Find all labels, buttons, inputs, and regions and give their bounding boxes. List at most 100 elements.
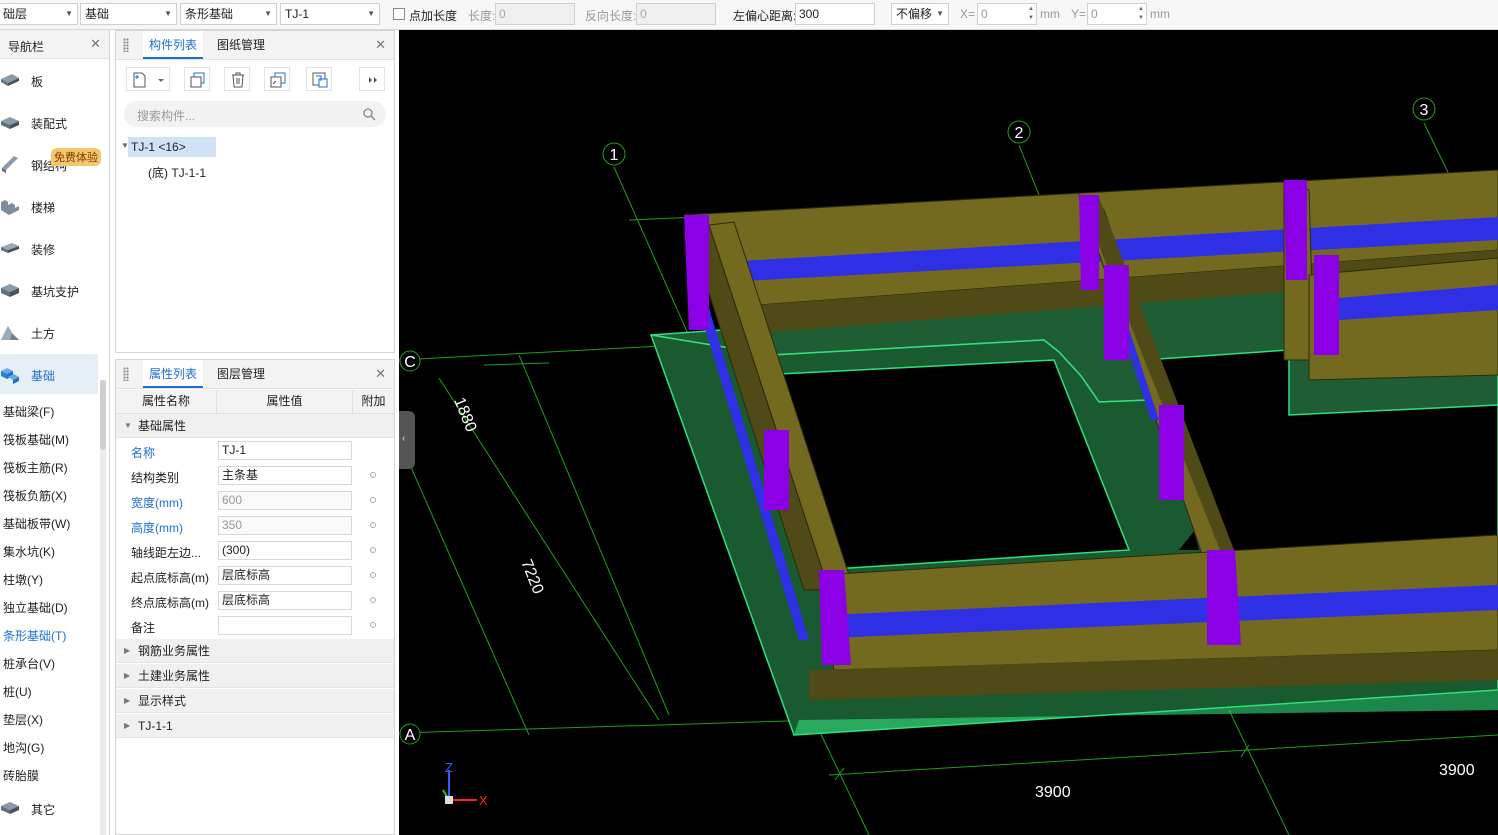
prefab-icon — [1, 117, 19, 129]
property-value-input[interactable]: TJ-1 — [218, 441, 352, 460]
drag-handle-icon[interactable] — [123, 38, 129, 52]
search-icon[interactable] — [362, 107, 376, 121]
sub-item-isolated-footing[interactable]: 独立基础(D) — [3, 599, 68, 616]
extra-checkbox[interactable] — [370, 497, 376, 503]
axis-marker-a[interactable]: A — [399, 723, 421, 745]
spinner-icon[interactable]: ▲ ▼ — [1138, 5, 1144, 23]
floor-select[interactable]: 础层 ▼ — [0, 3, 78, 25]
x-input[interactable]: 0 ▲ ▼ — [977, 3, 1037, 25]
property-value-input[interactable]: (300) — [218, 541, 352, 560]
type-select[interactable]: 条形基础 ▼ — [180, 3, 277, 25]
category-select[interactable]: 基础 ▼ — [80, 3, 177, 25]
scrollbar-thumb[interactable] — [100, 380, 106, 450]
axis-marker-1[interactable]: 1 — [602, 142, 626, 166]
nav-item-decoration[interactable]: 装修 — [0, 228, 98, 268]
left-offset-input[interactable]: 300 — [795, 3, 875, 25]
component-panel-tabs: 构件列表 图纸管理 ✕ — [116, 31, 394, 60]
more-tools-button[interactable] — [359, 67, 385, 91]
tree-expand-icon[interactable]: ▼ — [121, 141, 129, 150]
group-tj1-1[interactable]: ▶ TJ-1-1 — [116, 714, 394, 738]
sub-item-brick-mold[interactable]: 砖胎膜 — [3, 767, 39, 784]
nav-item-other[interactable]: 其它 — [0, 788, 98, 828]
close-icon[interactable]: ✕ — [375, 366, 386, 382]
sub-item-column-pier[interactable]: 柱墩(Y) — [3, 571, 43, 588]
chevron-down-icon: ▼ — [65, 9, 73, 18]
property-value-input[interactable] — [218, 616, 352, 635]
nav-scrollbar[interactable] — [100, 380, 106, 835]
group-rebar-properties[interactable]: ▶ 钢筋业务属性 — [116, 639, 394, 663]
tab-drawing-management[interactable]: 图纸管理 — [211, 31, 271, 59]
property-value-input[interactable]: 350 — [218, 516, 352, 535]
sub-item-strip-footing[interactable]: 条形基础(T) — [3, 627, 66, 644]
component-search-input[interactable]: 搜索构件... — [124, 101, 386, 127]
point-length-checkbox[interactable] — [393, 8, 405, 20]
sub-item-pile[interactable]: 桩(U) — [3, 683, 32, 700]
y-input[interactable]: 0 ▲ ▼ — [1087, 3, 1147, 25]
tree-item-tj1[interactable]: TJ-1 <16> — [131, 140, 186, 154]
foundation-model-canvas[interactable]: 1 2 3 C A 1880 7220 3900 3900 Z X — [399, 30, 1498, 835]
axis-marker-c[interactable]: C — [399, 350, 421, 372]
property-value-input[interactable]: 层底标高 — [218, 566, 352, 585]
close-icon[interactable]: ✕ — [90, 36, 101, 52]
property-row: 结构类别 主条基 — [116, 463, 394, 488]
tab-layer-management[interactable]: 图层管理 — [211, 360, 271, 388]
component-select[interactable]: TJ-1 ▼ — [280, 3, 380, 25]
tab-property-list[interactable]: 属性列表 — [143, 360, 204, 388]
nav-item-stairs[interactable]: 楼梯 — [0, 186, 98, 226]
nav-item-label: 装修 — [31, 243, 56, 257]
group-label: 土建业务属性 — [138, 669, 211, 683]
nav-item-pit-support[interactable]: 基坑支护 — [0, 270, 98, 310]
extra-checkbox[interactable] — [370, 572, 376, 578]
property-name: 轴线距左边... — [131, 546, 202, 560]
sub-item-pile-cap[interactable]: 桩承台(V) — [3, 655, 55, 672]
copy-floor-button[interactable] — [264, 67, 290, 91]
delete-component-button[interactable] — [224, 67, 250, 91]
nav-item-slab[interactable]: 板 — [0, 60, 98, 100]
axis-marker-3[interactable]: 3 — [1412, 97, 1436, 121]
nav-item-earthwork[interactable]: 土方 — [0, 312, 98, 352]
expand-icon: ▶ — [124, 721, 131, 730]
group-civil-properties[interactable]: ▶ 土建业务属性 — [116, 664, 394, 688]
sub-item-sump[interactable]: 集水坑(K) — [3, 543, 55, 560]
sub-item-raft[interactable]: 筏板基础(M) — [3, 431, 69, 448]
expand-icon: ▶ — [124, 696, 131, 705]
sub-item-trench[interactable]: 地沟(G) — [3, 739, 44, 756]
import-component-button[interactable] — [306, 67, 332, 91]
property-name: 名称 — [131, 446, 156, 460]
close-icon[interactable]: ✕ — [375, 37, 386, 53]
extra-checkbox[interactable] — [370, 472, 376, 478]
panel-collapse-handle[interactable]: ‹ — [399, 411, 415, 469]
tab-component-list[interactable]: 构件列表 — [143, 31, 204, 59]
axis-x-label: X — [479, 793, 488, 808]
copy-component-button[interactable] — [184, 67, 210, 91]
sub-item-slab-strip[interactable]: 基础板带(W) — [3, 515, 70, 532]
property-value-input[interactable]: 600 — [218, 491, 352, 510]
offset-mode-select[interactable]: 不偏移 ▼ — [891, 3, 949, 25]
tree-item-tj1-1[interactable]: (底) TJ-1-1 — [148, 164, 206, 181]
sub-item-raft-neg-rebar[interactable]: 筏板负筋(X) — [3, 487, 67, 504]
length-input[interactable]: 0 — [495, 3, 575, 25]
new-component-button[interactable] — [126, 67, 170, 91]
drag-handle-icon[interactable] — [123, 367, 129, 381]
property-value-input[interactable]: 主条基 — [218, 466, 352, 485]
3d-viewport[interactable]: 1 2 3 C A 1880 7220 3900 3900 Z X — [399, 30, 1498, 835]
nav-item-label: 其它 — [31, 803, 56, 817]
extra-checkbox[interactable] — [370, 522, 376, 528]
property-value-input[interactable]: 层底标高 — [218, 591, 352, 610]
free-trial-badge[interactable]: 免费体验 — [51, 148, 101, 166]
extra-checkbox[interactable] — [370, 622, 376, 628]
nav-item-foundation[interactable]: 基础 — [0, 354, 98, 394]
property-row: 备注 — [116, 613, 394, 638]
sub-item-raft-main-rebar[interactable]: 筏板主筋(R) — [3, 459, 68, 476]
axis-label: 2 — [1015, 125, 1024, 142]
axis-marker-2[interactable]: 2 — [1007, 120, 1031, 144]
nav-item-prefab[interactable]: 装配式 — [0, 102, 98, 142]
reverse-length-input[interactable]: 0 — [636, 3, 716, 25]
group-display-style[interactable]: ▶ 显示样式 — [116, 689, 394, 713]
sub-item-foundation-beam[interactable]: 基础梁(F) — [3, 403, 54, 420]
spinner-icon[interactable]: ▲ ▼ — [1028, 5, 1034, 23]
group-basic-properties[interactable]: ▼ 基础属性 — [116, 414, 394, 438]
extra-checkbox[interactable] — [370, 597, 376, 603]
extra-checkbox[interactable] — [370, 547, 376, 553]
sub-item-cushion[interactable]: 垫层(X) — [3, 711, 43, 728]
